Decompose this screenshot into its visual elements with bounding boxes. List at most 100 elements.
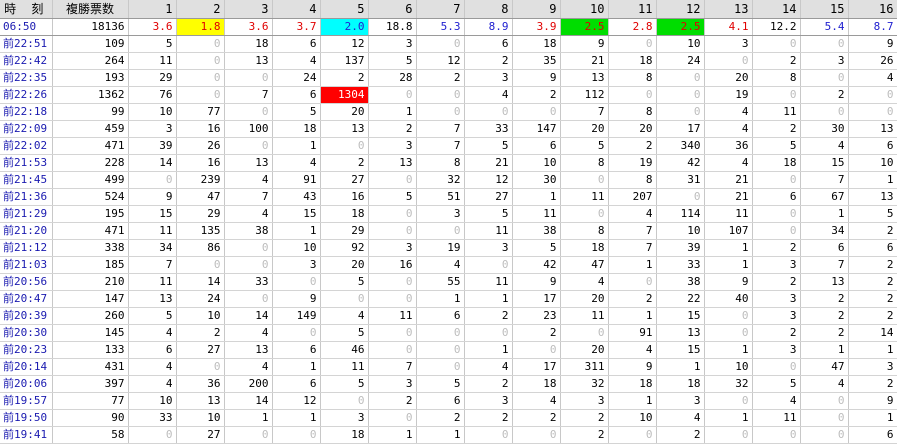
vote-cell: 1 xyxy=(416,426,465,444)
table-row[interactable]: 前22:42 264 11 0 13 4 137 5 12 2 35 21 18 24 0 2 3 26 xyxy=(0,52,897,70)
vote-cell: 2 xyxy=(800,324,849,342)
total-votes-cell: 99 xyxy=(52,103,129,121)
horse-column-header[interactable]: 8 xyxy=(464,0,513,19)
vote-cell: 0 xyxy=(176,358,225,376)
vote-cell: 0 xyxy=(608,273,657,291)
vote-cell: 30 xyxy=(800,120,849,138)
vote-cell: 0 xyxy=(608,35,657,53)
vote-cell: 4 xyxy=(704,154,753,172)
vote-cell: 46 xyxy=(320,341,369,359)
horse-column-header[interactable]: 9 xyxy=(512,0,561,19)
table-row[interactable]: 前20:06 397 4 36 200 6 5 3 5 2 18 32 18 18 32 5 4 2 xyxy=(0,375,897,393)
vote-cell: 1 xyxy=(512,188,561,206)
vote-cell: 1 xyxy=(800,205,849,223)
total-votes-cell: 195 xyxy=(52,205,129,223)
table-row[interactable]: 前22:51 109 5 0 18 6 12 3 0 6 18 9 0 10 3 0 0 9 xyxy=(0,35,897,53)
vote-cell: 7 xyxy=(608,222,657,240)
table-row[interactable]: 前22:26 1362 76 0 7 6 1304 0 0 4 2 112 0 0 19 0 2 0 xyxy=(0,86,897,104)
vote-cell: 1 xyxy=(608,392,657,410)
vote-cell: 5 xyxy=(512,239,561,257)
horse-column-header[interactable]: 1 xyxy=(128,0,177,19)
vote-cell: 67 xyxy=(800,188,849,206)
vote-cell: 13 xyxy=(128,290,177,308)
table-row[interactable]: 前21:53 228 14 16 13 4 2 13 8 21 10 8 19 42 4 18 15 10 xyxy=(0,154,897,172)
horse-column-header[interactable]: 6 xyxy=(368,0,417,19)
vote-cell: 30 xyxy=(512,171,561,189)
vote-cell: 6 xyxy=(272,86,321,104)
odds-time-cell: 06:50 xyxy=(0,18,53,36)
table-row[interactable]: 前22:18 99 10 77 0 5 20 1 0 0 0 7 8 0 4 11 0 0 xyxy=(0,103,897,121)
table-row[interactable]: 前19:57 77 10 13 14 12 0 2 6 3 4 3 1 3 0 4 0 9 xyxy=(0,392,897,410)
table-row[interactable]: 前22:35 193 29 0 0 24 2 28 2 3 9 13 8 0 20 8 0 4 xyxy=(0,69,897,87)
vote-cell: 29 xyxy=(176,205,225,223)
table-row[interactable]: 前20:23 133 6 27 13 6 46 0 0 1 0 20 4 15 1 3 1 1 xyxy=(0,341,897,359)
horse-column-header[interactable]: 3 xyxy=(224,0,273,19)
table-row[interactable]: 前21:20 471 11 135 38 1 29 0 0 11 38 8 7 10 107 0 34 2 xyxy=(0,222,897,240)
table-row[interactable]: 前20:14 431 4 0 4 1 11 7 0 4 17 311 9 1 10 0 47 3 xyxy=(0,358,897,376)
table-row[interactable]: 前21:45 499 0 239 4 91 27 0 32 12 30 0 8 31 21 0 7 1 xyxy=(0,171,897,189)
horse-column-header[interactable]: 16 xyxy=(848,0,897,19)
vote-cell: 0 xyxy=(512,426,561,444)
horse-column-header[interactable]: 15 xyxy=(800,0,849,19)
time-cell: 前22:18 xyxy=(0,103,53,121)
vote-cell: 10 xyxy=(512,154,561,172)
horse-column-header[interactable]: 11 xyxy=(608,0,657,19)
vote-cell: 23 xyxy=(512,307,561,325)
vote-cell: 4 xyxy=(608,205,657,223)
vote-cell: 1 xyxy=(608,256,657,274)
vote-cell: 20 xyxy=(608,120,657,138)
vote-cell: 0 xyxy=(176,52,225,70)
vote-cell: 0 xyxy=(752,222,801,240)
total-votes-cell: 431 xyxy=(52,358,129,376)
horse-column-header[interactable]: 5 xyxy=(320,0,369,19)
horse-column-header[interactable]: 7 xyxy=(416,0,465,19)
vote-cell: 10 xyxy=(656,222,705,240)
table-row[interactable]: 前20:30 145 4 2 4 0 5 0 0 0 2 0 91 13 0 2 2 14 xyxy=(0,324,897,342)
vote-cell: 2 xyxy=(848,256,897,274)
total-votes-column-header[interactable]: 複勝票数 xyxy=(52,0,129,19)
horse-column-header[interactable]: 10 xyxy=(560,0,609,19)
vote-cell: 6 xyxy=(800,239,849,257)
table-row[interactable]: 前20:47 147 13 24 0 9 0 0 1 1 17 20 2 22 40 3 2 2 xyxy=(0,290,897,308)
vote-cell: 100 xyxy=(224,120,273,138)
vote-cell: 9 xyxy=(128,188,177,206)
time-cell: 前22:42 xyxy=(0,52,53,70)
vote-cell: 10 xyxy=(176,307,225,325)
table-row[interactable]: 前22:02 471 39 26 0 1 0 3 7 5 6 5 2 340 36 5 4 6 xyxy=(0,137,897,155)
table-row[interactable]: 前22:09 459 3 16 100 18 13 2 7 33 147 20 20 17 4 2 30 13 xyxy=(0,120,897,138)
horse-column-header[interactable]: 12 xyxy=(656,0,705,19)
vote-cell: 13 xyxy=(224,154,273,172)
odds-total-cell: 18136 xyxy=(52,18,129,36)
vote-cell: 3 xyxy=(464,69,513,87)
vote-cell: 6 xyxy=(272,375,321,393)
vote-cell: 4 xyxy=(272,52,321,70)
total-votes-cell: 58 xyxy=(52,426,129,444)
time-column-header[interactable]: 時 刻 xyxy=(0,0,53,19)
vote-cell: 11 xyxy=(704,205,753,223)
table-row[interactable]: 前21:36 524 9 47 7 43 16 5 51 27 1 11 207 0 21 6 67 13 xyxy=(0,188,897,206)
horse-column-header[interactable]: 2 xyxy=(176,0,225,19)
odds-cell: 2.5 xyxy=(656,18,705,36)
time-cell: 前21:03 xyxy=(0,256,53,274)
vote-cell: 32 xyxy=(704,375,753,393)
table-row[interactable]: 前21:29 195 15 29 4 15 18 0 3 5 11 0 4 114 11 0 1 5 xyxy=(0,205,897,223)
vote-cell: 24 xyxy=(656,52,705,70)
horse-column-header[interactable]: 13 xyxy=(704,0,753,19)
total-votes-cell: 264 xyxy=(52,52,129,70)
vote-cell: 18 xyxy=(272,120,321,138)
horse-column-header[interactable]: 14 xyxy=(752,0,801,19)
table-row[interactable]: 前21:03 185 7 0 0 3 20 16 4 0 42 47 1 33 1 3 7 2 xyxy=(0,256,897,274)
vote-cell: 3 xyxy=(272,256,321,274)
table-row[interactable]: 前19:41 58 0 27 0 0 18 1 1 0 0 2 0 2 0 0 0 6 xyxy=(0,426,897,444)
horse-column-header[interactable]: 4 xyxy=(272,0,321,19)
time-cell: 前21:12 xyxy=(0,239,53,257)
vote-cell: 0 xyxy=(800,103,849,121)
table-row[interactable]: 前20:39 260 5 10 14 149 4 11 6 2 23 11 1 15 0 3 2 2 xyxy=(0,307,897,325)
vote-cell: 13 xyxy=(368,154,417,172)
vote-cell: 16 xyxy=(368,256,417,274)
vote-cell: 22 xyxy=(656,290,705,308)
vote-cell: 0 xyxy=(704,392,753,410)
vote-cell: 0 xyxy=(128,171,177,189)
table-row[interactable]: 前20:56 210 11 14 33 0 5 0 55 11 9 4 0 38 9 2 13 2 xyxy=(0,273,897,291)
table-row[interactable]: 前21:12 338 34 86 0 10 92 3 19 3 5 18 7 39 1 2 6 6 xyxy=(0,239,897,257)
